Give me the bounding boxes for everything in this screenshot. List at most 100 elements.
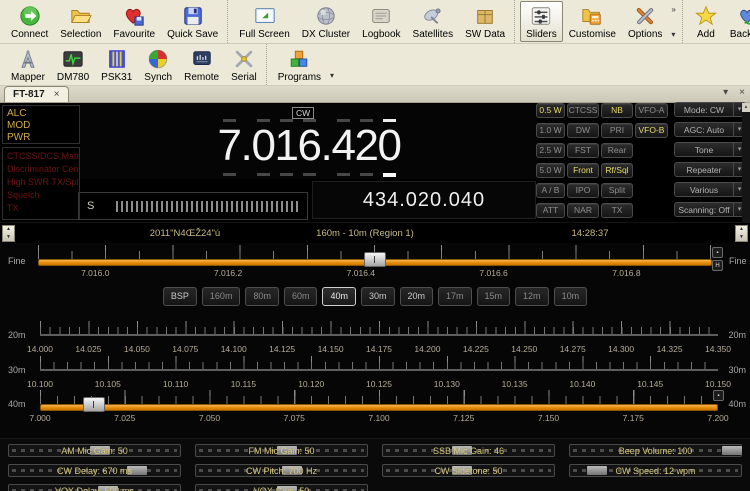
toolbar-button-satellites[interactable]: Satellites	[407, 1, 460, 42]
spinner-up-icon[interactable]: ▲	[3, 226, 14, 234]
toolbar-button-backup[interactable]: Backup	[724, 1, 750, 42]
radio-button-rear[interactable]: Rear	[601, 143, 633, 158]
slider-vox-gain[interactable]: VOX Gain: 50	[195, 484, 368, 491]
radio-button-5-0-w[interactable]: 5.0 W	[536, 163, 565, 178]
band-button-30m[interactable]: 30m	[361, 287, 395, 306]
toolbar-button-sw-data[interactable]: SW Data	[459, 1, 511, 42]
slider-cw-speed[interactable]: CW Speed: 12 wpm	[569, 464, 742, 477]
toolbar-button-customise[interactable]: Customise	[563, 1, 622, 42]
radio-button-vfo-a[interactable]: VFO-A	[635, 103, 668, 118]
radio-button-0-5-w[interactable]: 0.5 W	[536, 103, 565, 118]
left-spinner[interactable]: ▲ ▼	[2, 225, 15, 242]
spinner-up-icon[interactable]: ▲	[736, 226, 747, 234]
toolbar-button-options[interactable]: Options	[622, 1, 668, 42]
radio-button-dw[interactable]: DW	[567, 123, 599, 138]
band-button-12m[interactable]: 12m	[515, 287, 549, 306]
radio-button-fst[interactable]: FST	[567, 143, 599, 158]
dropdown-tone[interactable]: Tone▾	[674, 142, 746, 157]
frequency-separator[interactable]: .	[321, 118, 332, 177]
radio-button-front[interactable]: Front	[567, 163, 599, 178]
toolbar-button-dx-cluster[interactable]: DX Cluster	[296, 1, 356, 42]
toolbar-button-psk31[interactable]: PSK31	[95, 44, 138, 85]
band-button-40m[interactable]: 40m	[322, 287, 356, 306]
band-button-10m[interactable]: 10m	[554, 287, 588, 306]
tab-ft817[interactable]: FT-817 ×	[4, 86, 69, 102]
tab-close-icon[interactable]: ×	[54, 89, 60, 100]
right-spinner[interactable]: ▲ ▼	[735, 225, 748, 242]
toolbar-button-add[interactable]: Add	[688, 1, 724, 42]
active-band-bar[interactable]	[40, 404, 718, 411]
radio-button-tx[interactable]: TX	[601, 203, 633, 218]
band-button-20m[interactable]: 20m	[400, 287, 434, 306]
toolbar-button-programs[interactable]: Programs	[272, 44, 327, 85]
frequency-digit[interactable]: 0	[252, 118, 275, 177]
band-button-bsp[interactable]: BSP	[163, 287, 197, 306]
dropdown-mode-cw[interactable]: Mode: CW▾	[674, 102, 746, 117]
slider-cw-pitch[interactable]: CW Pitch: 700 Hz	[195, 464, 368, 477]
toolbar-button-quick-save[interactable]: Quick Save	[161, 1, 224, 42]
slider-beep-volume[interactable]: Beep Volume: 100	[569, 444, 742, 457]
band-button-17m[interactable]: 17m	[438, 287, 472, 306]
toolbar-button-dm780[interactable]: DM780	[51, 44, 95, 85]
radio-button-pri[interactable]: PRI	[601, 123, 633, 138]
toolbar-button-selection[interactable]: Selection	[54, 1, 107, 42]
radio-button-nb[interactable]: NB	[601, 103, 633, 118]
toolbar-button-logbook[interactable]: Logbook	[356, 1, 406, 42]
radio-button-nar[interactable]: NAR	[567, 203, 599, 218]
frequency-digit[interactable]: 1	[275, 118, 298, 177]
spinner-down-icon[interactable]: ▼	[736, 234, 747, 242]
radio-button-1-0-w[interactable]: 1.0 W	[536, 123, 565, 138]
radio-button-ctcss[interactable]: CTCSS	[567, 103, 599, 118]
toolbar-button-synch[interactable]: Synch	[138, 44, 178, 85]
slider-cw-sidetone[interactable]: CW Sidetone: 50	[382, 464, 555, 477]
radio-button-att[interactable]: ATT	[536, 203, 565, 218]
dropdown-scanning-off[interactable]: Scanning: Off▾	[674, 202, 746, 217]
zoom-button[interactable]: ▪	[713, 390, 724, 401]
slider-am-mic-gain[interactable]: AM Mic Gain: 50	[8, 444, 181, 457]
radio-button-ipo[interactable]: IPO	[567, 183, 599, 198]
slider-vox-delay[interactable]: VOX Delay: 500 ms	[8, 484, 181, 491]
toolbar-button-mapper[interactable]: Mapper	[5, 44, 51, 85]
radio-button-vfo-b[interactable]: VFO-B	[635, 123, 668, 138]
radio-button-rf-sql[interactable]: Rf/Sql	[601, 163, 633, 178]
tabbar-close-icon[interactable]: ×	[739, 87, 745, 98]
toolbar-button-sliders[interactable]: Sliders	[520, 1, 563, 42]
band-button-160m[interactable]: 160m	[202, 287, 241, 306]
toolbar-overflow-chevron-icon[interactable]: »	[671, 5, 675, 14]
toolbar-button-favourite[interactable]: Favourite	[107, 1, 161, 42]
frequency-digit[interactable]: 7	[218, 118, 241, 177]
frequency-digit[interactable]: 0	[378, 118, 401, 177]
toolbar-button-serial[interactable]: Serial	[225, 44, 263, 85]
chevron-down-icon[interactable]: ▾	[671, 30, 675, 39]
frequency-digit[interactable]: 6	[298, 118, 321, 177]
slider-cw-delay[interactable]: CW Delay: 670 ms	[8, 464, 181, 477]
scroll-up-icon[interactable]: ▲	[742, 103, 750, 112]
zoom-out-button[interactable]: H	[712, 260, 723, 271]
band-button-15m[interactable]: 15m	[477, 287, 511, 306]
fine-tuning-handle[interactable]	[364, 252, 386, 267]
chevron-down-icon[interactable]: ▾	[327, 71, 337, 85]
band-scale-track[interactable]: 7.0007.0257.0507.0757.1007.1257.1507.175…	[40, 390, 718, 430]
sub-frequency-display[interactable]: 434.020.040	[312, 181, 536, 219]
dropdown-repeater[interactable]: Repeater▾	[674, 162, 746, 177]
frequency-digit[interactable]: 2	[355, 118, 378, 177]
spinner-down-icon[interactable]: ▼	[3, 234, 14, 242]
toolbar-button-remote[interactable]: Remote	[178, 44, 225, 85]
slider-fm-mic-gain[interactable]: FM Mic Gain: 50	[195, 444, 368, 457]
frequency-separator[interactable]: .	[241, 118, 252, 177]
tab-menu-icon[interactable]: ▾	[723, 87, 728, 98]
toolbar-button-connect[interactable]: Connect	[5, 1, 54, 42]
radio-button-split[interactable]: Split	[601, 183, 633, 198]
dropdown-various[interactable]: Various▾	[674, 182, 746, 197]
radio-button-2-5-w[interactable]: 2.5 W	[536, 143, 565, 158]
band-tuning-handle[interactable]	[83, 397, 105, 412]
radio-button-a-b[interactable]: A / B	[536, 183, 565, 198]
panel-scrollbar[interactable]: ▲	[742, 103, 750, 222]
zoom-in-button[interactable]: ▪	[712, 247, 723, 258]
fine-tuning-track[interactable]: 7.016.07.016.27.016.47.016.67.016.8	[38, 245, 712, 285]
band-button-60m[interactable]: 60m	[284, 287, 318, 306]
band-button-80m[interactable]: 80m	[245, 287, 279, 306]
slider-ssb-mic-gain[interactable]: SSB Mic Gain: 46	[382, 444, 555, 457]
dropdown-agc-auto[interactable]: AGC: Auto▾	[674, 122, 746, 137]
frequency-digit[interactable]: 4	[332, 118, 355, 177]
